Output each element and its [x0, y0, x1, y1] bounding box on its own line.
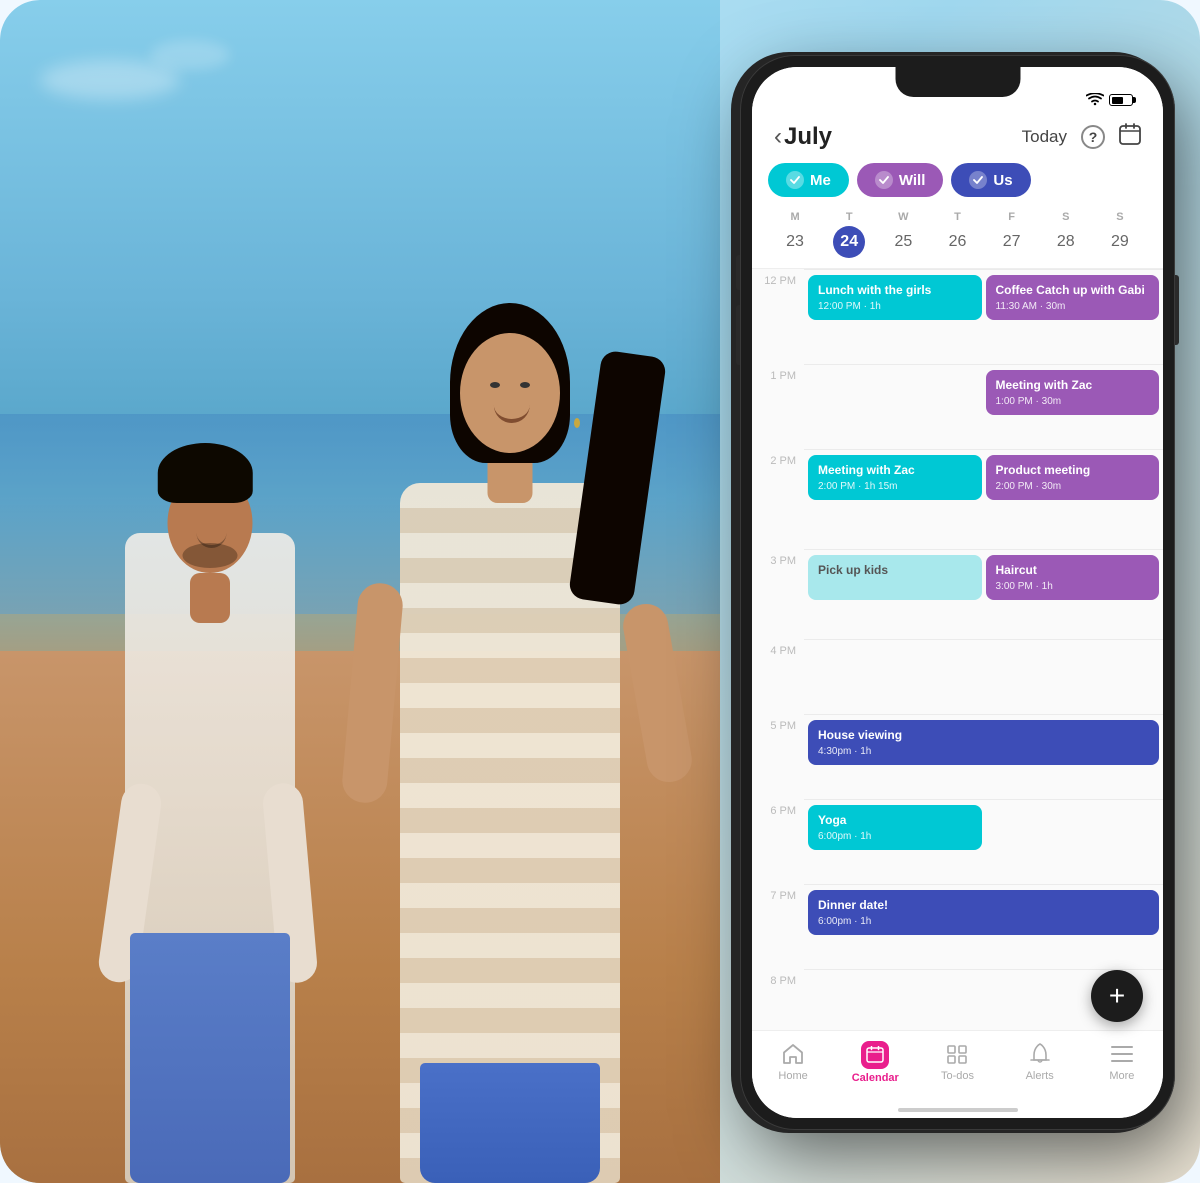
header-left: ‹ July: [774, 123, 832, 151]
more-icon: [1109, 1041, 1135, 1067]
event-lunch-girls[interactable]: Lunch with the girls 12:00 PM · 1h: [808, 275, 982, 320]
phone-wrapper: 9:41: [740, 55, 1175, 1130]
back-button[interactable]: ‹: [774, 123, 782, 151]
woman-figure: [320, 133, 700, 1183]
nav-calendar-label: Calendar: [852, 1072, 899, 1084]
day-mon[interactable]: M 23: [768, 211, 822, 258]
battery-icon: [1109, 94, 1133, 106]
page-background: 9:41: [0, 0, 1200, 1183]
event-meeting-zac-2pm[interactable]: Meeting with Zac 2:00 PM · 1h 15m: [808, 455, 982, 500]
beach-background: [0, 0, 720, 1183]
nav-more[interactable]: More: [1093, 1041, 1151, 1082]
bottom-nav: Home Calendar: [752, 1030, 1163, 1118]
phone-screen: 9:41: [752, 67, 1163, 1118]
header-right: Today ?: [1022, 123, 1141, 151]
nav-todos[interactable]: To-dos: [928, 1041, 986, 1082]
fab-button[interactable]: +: [1091, 970, 1143, 1022]
event-haircut[interactable]: Haircut 3:00 PM · 1h: [986, 555, 1160, 600]
nav-alerts-label: Alerts: [1026, 1070, 1054, 1082]
event-yoga[interactable]: Yoga 6:00pm · 1h: [808, 805, 982, 850]
time-slot-12pm: 12 PM Lunch with the girls 12:00 PM · 1h…: [752, 269, 1163, 364]
time-slot-5pm: 5 PM House viewing 4:30pm · 1h: [752, 714, 1163, 799]
todos-icon: [944, 1041, 970, 1067]
calendar-body[interactable]: 12 PM Lunch with the girls 12:00 PM · 1h…: [752, 269, 1163, 1030]
calendar-view-button[interactable]: [1119, 123, 1141, 151]
day-strip: M 23 T 24 W 25 T 26: [752, 207, 1163, 269]
help-button[interactable]: ?: [1081, 125, 1105, 149]
filter-us[interactable]: Us: [951, 163, 1030, 197]
day-sat[interactable]: S 28: [1039, 211, 1093, 258]
people-filters: Me Will Us: [752, 157, 1163, 207]
nav-home[interactable]: Home: [764, 1041, 822, 1082]
nav-todos-label: To-dos: [941, 1070, 974, 1082]
event-house-viewing[interactable]: House viewing 4:30pm · 1h: [808, 720, 1159, 765]
day-sun[interactable]: S 29: [1093, 211, 1147, 258]
phone-shell: 9:41: [740, 55, 1175, 1130]
time-slot-7pm: 7 PM Dinner date! 6:00pm · 1h: [752, 884, 1163, 969]
filter-us-label: Us: [993, 172, 1012, 189]
nav-alerts[interactable]: Alerts: [1011, 1041, 1069, 1082]
time-slot-6pm: 6 PM Yoga 6:00pm · 1h: [752, 799, 1163, 884]
time-slot-4pm: 4 PM: [752, 639, 1163, 714]
time-slot-1pm: 1 PM Meeting with Zac 1:00 PM · 30m: [752, 364, 1163, 449]
filter-me-label: Me: [810, 172, 831, 189]
man-figure: [100, 403, 320, 1183]
day-tue[interactable]: T 24: [822, 211, 876, 258]
day-wed[interactable]: W 25: [876, 211, 930, 258]
nav-calendar[interactable]: Calendar: [846, 1041, 904, 1084]
filter-will-label: Will: [899, 172, 926, 189]
calendar-nav-icon: [861, 1041, 889, 1069]
filter-will[interactable]: Will: [857, 163, 944, 197]
day-thu[interactable]: T 26: [930, 211, 984, 258]
nav-home-label: Home: [778, 1070, 807, 1082]
filter-me[interactable]: Me: [768, 163, 849, 197]
event-meeting-zac-1pm[interactable]: Meeting with Zac 1:00 PM · 30m: [986, 370, 1160, 415]
wifi-icon: [1086, 93, 1104, 107]
today-button[interactable]: Today: [1022, 127, 1067, 147]
month-title: July: [784, 123, 832, 151]
event-dinner-date[interactable]: Dinner date! 6:00pm · 1h: [808, 890, 1159, 935]
event-pickup-kids[interactable]: Pick up kids: [808, 555, 982, 600]
home-indicator: [898, 1108, 1018, 1112]
event-coffee-gabi[interactable]: Coffee Catch up with Gabi 11:30 AM · 30m: [986, 275, 1160, 320]
day-fri[interactable]: F 27: [985, 211, 1039, 258]
status-bar: 9:41: [752, 67, 1163, 115]
nav-more-label: More: [1109, 1070, 1134, 1082]
time-slot-3pm: 3 PM Pick up kids Haircut 3:00 PM · 1h: [752, 549, 1163, 639]
event-product-meeting[interactable]: Product meeting 2:00 PM · 30m: [986, 455, 1160, 500]
status-icons: [1086, 93, 1133, 107]
time-slot-2pm: 2 PM Meeting with Zac 2:00 PM · 1h 15m P…: [752, 449, 1163, 549]
home-icon: [780, 1041, 806, 1067]
alerts-icon: [1027, 1041, 1053, 1067]
app-header: ‹ July Today ?: [752, 115, 1163, 157]
notch: [895, 67, 1020, 97]
